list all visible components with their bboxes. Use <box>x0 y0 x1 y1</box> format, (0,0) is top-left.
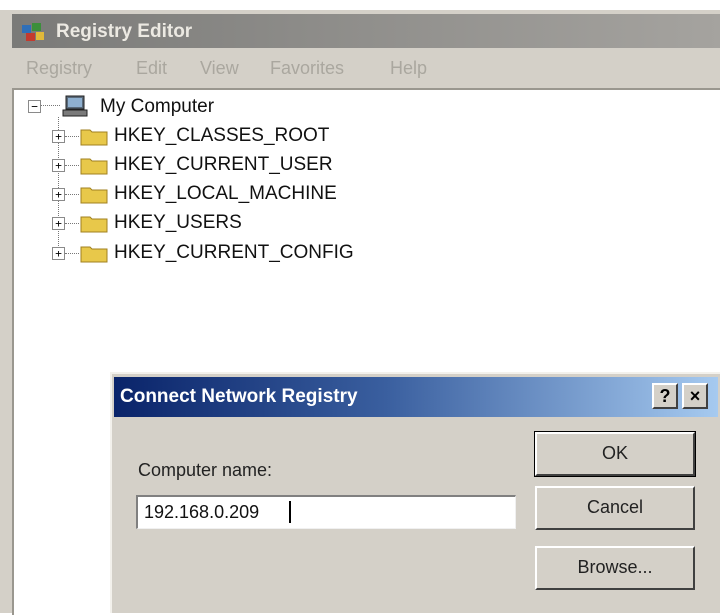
menu-help[interactable]: Help <box>390 58 427 79</box>
expand-icon[interactable]: + <box>52 159 65 172</box>
tree-connector <box>65 223 79 224</box>
registry-editor-titlebar[interactable]: Registry Editor <box>12 14 720 48</box>
tree-item-hkey-current-config[interactable]: + HKEY_CURRENT_CONFIG <box>52 240 438 266</box>
folder-icon <box>80 246 108 263</box>
tree-item-label: HKEY_USERS <box>114 212 242 233</box>
expand-icon[interactable]: + <box>52 130 65 143</box>
tree-connector <box>65 194 79 195</box>
help-button[interactable]: ? <box>652 383 678 409</box>
computer-name-input[interactable] <box>136 495 516 529</box>
tree-item-hkey-current-user[interactable]: + HKEY_CURRENT_USER <box>52 152 418 178</box>
menu-registry[interactable]: Registry <box>26 58 92 79</box>
expand-icon[interactable]: + <box>52 188 65 201</box>
tree-connector <box>65 136 79 137</box>
registry-editor-icon <box>22 23 44 41</box>
cancel-button[interactable]: Cancel <box>535 486 695 530</box>
computer-icon <box>62 95 88 117</box>
ok-button[interactable]: OK <box>534 431 696 477</box>
close-button[interactable]: × <box>682 383 708 409</box>
window-title: Registry Editor <box>56 21 193 42</box>
collapse-icon[interactable]: − <box>28 100 41 113</box>
menu-view[interactable]: View <box>200 58 239 79</box>
folder-icon <box>80 158 108 175</box>
computer-name-label: Computer name: <box>138 460 273 480</box>
menu-bar: Registry Edit View Favorites Help <box>12 50 720 88</box>
folder-icon <box>80 216 108 233</box>
tree-item-my-computer[interactable]: − My Computer <box>28 94 288 120</box>
tree-item-label: HKEY_CURRENT_USER <box>114 154 333 175</box>
desktop-edge <box>0 0 720 10</box>
tree-connector <box>65 253 79 254</box>
tree-item-hkey-users[interactable]: + HKEY_USERS <box>52 210 418 236</box>
tree-item-label: HKEY_CLASSES_ROOT <box>114 125 330 146</box>
dialog-title: Connect Network Registry <box>120 386 358 407</box>
tree-item-label: HKEY_LOCAL_MACHINE <box>114 183 337 204</box>
tree-item-hkey-local-machine[interactable]: + HKEY_LOCAL_MACHINE <box>52 181 418 207</box>
tree-item-label: My Computer <box>100 96 215 117</box>
tree-item-label: HKEY_CURRENT_CONFIG <box>114 242 354 263</box>
folder-icon <box>80 129 108 146</box>
menu-edit[interactable]: Edit <box>136 58 167 79</box>
menu-favorites[interactable]: Favorites <box>270 58 344 79</box>
dialog-titlebar[interactable]: Connect Network Registry ? × <box>114 377 718 417</box>
text-cursor <box>289 501 291 523</box>
connect-network-registry-dialog: Connect Network Registry ? × Computer na… <box>110 372 720 613</box>
expand-icon[interactable]: + <box>52 247 65 260</box>
tree-connector <box>65 165 79 166</box>
browse-button[interactable]: Browse... <box>535 546 695 590</box>
expand-icon[interactable]: + <box>52 217 65 230</box>
tree-item-hkey-classes-root[interactable]: + HKEY_CLASSES_ROOT <box>52 123 418 149</box>
folder-icon <box>80 187 108 204</box>
